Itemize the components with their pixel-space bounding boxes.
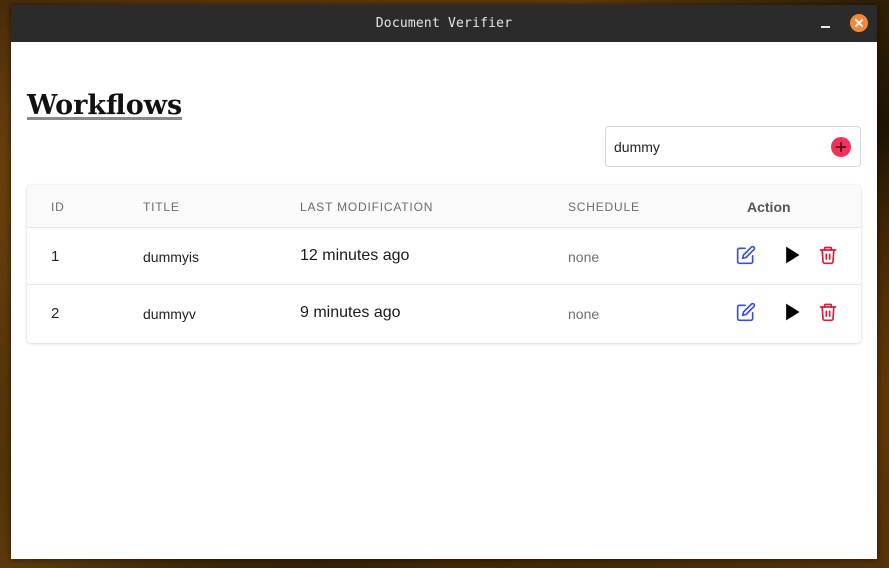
- table-row: 1 dummyis 12 minutes ago none: [27, 228, 861, 285]
- header-id: ID: [51, 200, 65, 214]
- header-action: Action: [747, 199, 791, 215]
- row-schedule: none: [568, 249, 600, 265]
- row-schedule: none: [568, 306, 600, 322]
- delete-button[interactable]: [817, 301, 839, 323]
- app-window: Document Verifier Workflows ID TITLE LAS…: [11, 5, 877, 559]
- window-title: Document Verifier: [375, 16, 513, 31]
- row-last-modification: 12 minutes ago: [300, 247, 410, 264]
- row-title: dummyv: [143, 306, 196, 322]
- row-id: 2: [51, 305, 60, 322]
- page-title: Workflows: [27, 90, 183, 121]
- search-input[interactable]: [614, 138, 814, 155]
- plus-icon: [835, 141, 847, 153]
- edit-icon: [736, 302, 756, 322]
- close-icon: [855, 19, 863, 27]
- row-last-modification: 9 minutes ago: [300, 304, 401, 321]
- trash-icon: [819, 303, 837, 322]
- row-title: dummyis: [143, 249, 200, 265]
- play-icon: [786, 303, 800, 321]
- minimize-icon: [820, 26, 830, 28]
- edit-icon: [736, 245, 756, 265]
- header-last-modification: LAST MODIFICATION: [300, 200, 434, 214]
- row-id: 1: [51, 248, 60, 265]
- search-field[interactable]: [605, 126, 861, 167]
- add-workflow-button[interactable]: [831, 137, 851, 157]
- run-button[interactable]: [781, 301, 803, 323]
- header-schedule: SCHEDULE: [568, 200, 640, 214]
- minimize-button[interactable]: [816, 14, 834, 32]
- table-header: ID TITLE LAST MODIFICATION SCHEDULE Acti…: [27, 185, 861, 228]
- run-button[interactable]: [781, 244, 803, 266]
- play-icon: [786, 246, 800, 264]
- edit-button[interactable]: [735, 244, 757, 266]
- title-bar[interactable]: Document Verifier: [11, 5, 877, 42]
- header-title: TITLE: [143, 200, 180, 214]
- table-row: 2 dummyv 9 minutes ago none: [27, 285, 861, 342]
- trash-icon: [819, 246, 837, 265]
- edit-button[interactable]: [735, 301, 757, 323]
- workflows-table: ID TITLE LAST MODIFICATION SCHEDULE Acti…: [27, 185, 861, 343]
- delete-button[interactable]: [817, 244, 839, 266]
- close-button[interactable]: [850, 14, 868, 32]
